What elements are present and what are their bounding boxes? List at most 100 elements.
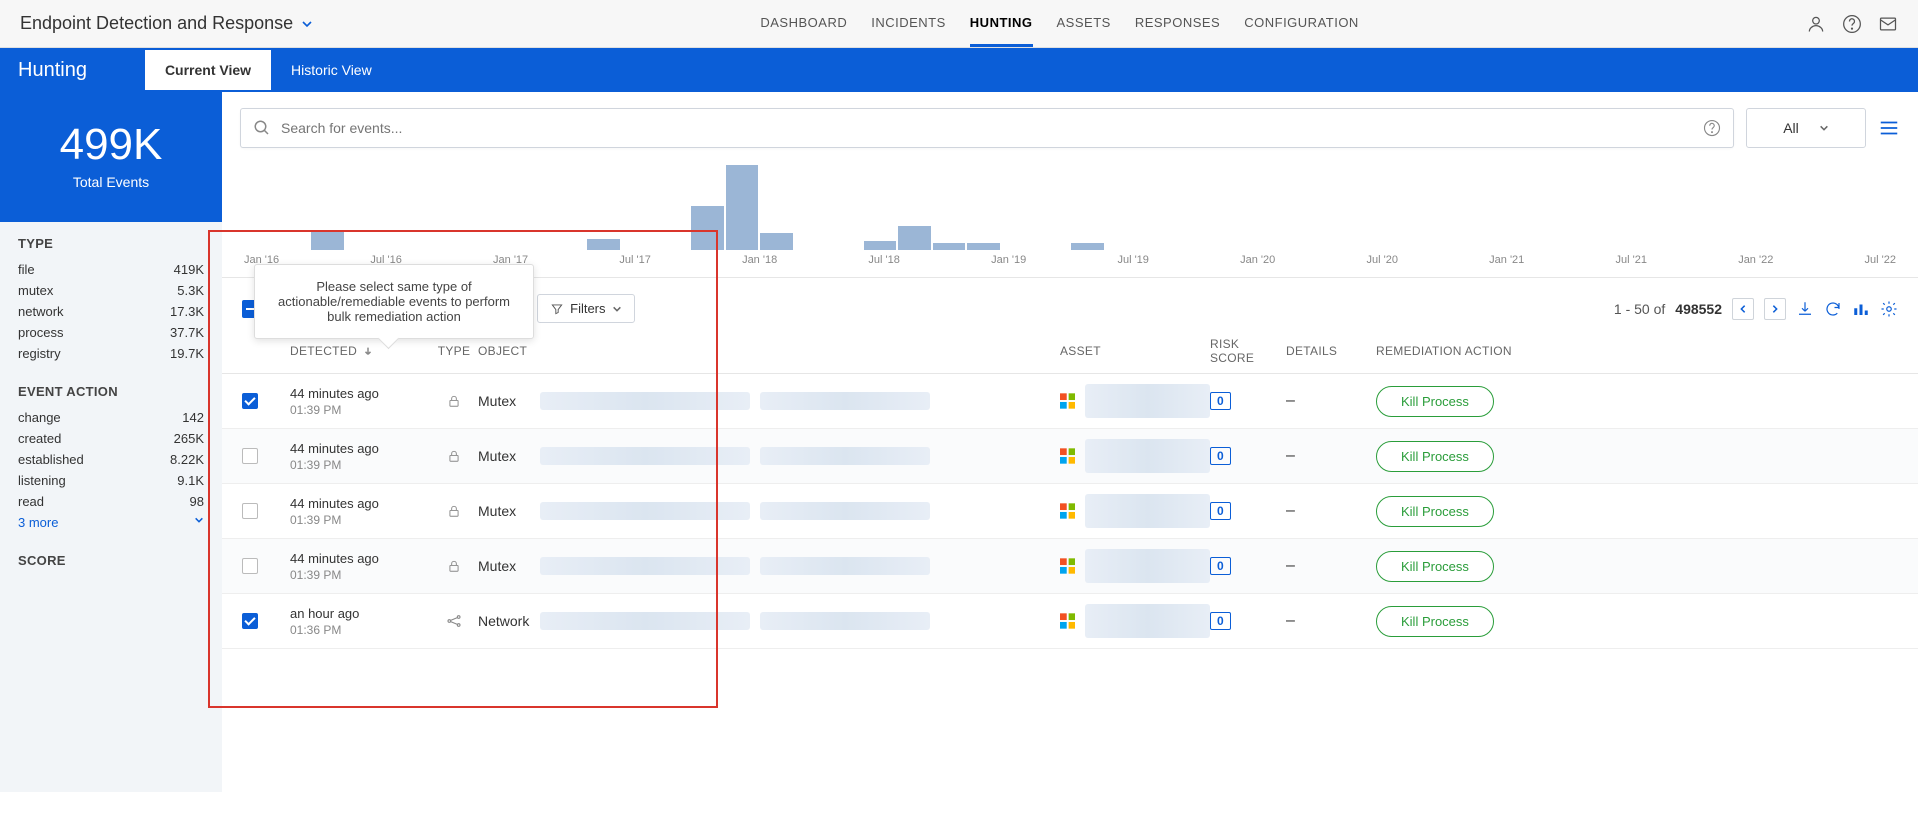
- col-remediation[interactable]: REMEDIATION ACTION: [1376, 337, 1556, 365]
- total-label: Total Events: [10, 174, 212, 190]
- histogram-bar[interactable]: [898, 226, 931, 250]
- histogram-bar[interactable]: [691, 206, 724, 250]
- user-icon[interactable]: [1806, 14, 1826, 34]
- facet-item[interactable]: established8.22K: [18, 449, 204, 470]
- axis-label: Jan '18: [742, 254, 777, 266]
- page-header: Hunting Current ViewHistoric View: [0, 48, 1918, 92]
- col-type[interactable]: TYPE: [430, 337, 478, 365]
- facet-item[interactable]: listening9.1K: [18, 470, 204, 491]
- histogram-bar[interactable]: [967, 243, 1000, 250]
- facet-item[interactable]: created265K: [18, 428, 204, 449]
- refresh-icon[interactable]: [1824, 300, 1842, 318]
- kill-process-button[interactable]: Kill Process: [1376, 606, 1494, 637]
- topnav-item[interactable]: RESPONSES: [1135, 1, 1220, 47]
- object-type: Mutex: [478, 558, 516, 574]
- table-row[interactable]: 44 minutes ago01:39 PMMutex0–Kill Proces…: [222, 539, 1918, 594]
- col-risk-score[interactable]: RISK SCORE: [1210, 337, 1286, 365]
- help-icon[interactable]: [1842, 14, 1862, 34]
- scope-label: All: [1783, 120, 1799, 136]
- col-object[interactable]: OBJECT: [478, 337, 540, 365]
- menu-icon[interactable]: [1878, 117, 1900, 139]
- chevron-down-icon[interactable]: [301, 18, 313, 30]
- facet-item[interactable]: change142: [18, 407, 204, 428]
- axis-label: Jul '22: [1865, 254, 1896, 266]
- mail-icon[interactable]: [1878, 14, 1898, 34]
- chevron-down-icon: [1819, 123, 1829, 133]
- asset-redacted: [1085, 604, 1210, 638]
- detected-time: 44 minutes ago: [290, 551, 430, 566]
- help-icon[interactable]: [1703, 119, 1721, 137]
- event-histogram[interactable]: Jan '16Jul '16Jan '17Jul '17Jan '18Jul '…: [222, 158, 1918, 278]
- facet-item[interactable]: process37.7K: [18, 322, 204, 343]
- filters-button[interactable]: Filters: [537, 294, 634, 323]
- tab[interactable]: Current View: [145, 50, 271, 90]
- topnav-item[interactable]: CONFIGURATION: [1244, 1, 1359, 47]
- histogram-bar[interactable]: [864, 241, 897, 250]
- search-field[interactable]: [240, 108, 1734, 148]
- chart-icon[interactable]: [1852, 300, 1870, 318]
- asset-redacted: [1085, 549, 1210, 583]
- kill-process-button[interactable]: Kill Process: [1376, 386, 1494, 417]
- content: All Jan '16Jul '16Jan '17Jul '17Jan '18J…: [222, 92, 1918, 792]
- row-checkbox[interactable]: [242, 503, 258, 519]
- row-checkbox[interactable]: [242, 393, 258, 409]
- type-icon: [430, 394, 478, 408]
- histogram-bar[interactable]: [726, 165, 759, 250]
- details-value: –: [1286, 502, 1295, 520]
- search-icon: [253, 119, 271, 137]
- table-row[interactable]: an hour ago01:36 PMNetwork0–Kill Process: [222, 594, 1918, 649]
- histogram-bar[interactable]: [933, 243, 966, 250]
- topnav-item[interactable]: ASSETS: [1057, 1, 1111, 47]
- histogram-bar[interactable]: [311, 232, 344, 250]
- facet-more-link[interactable]: 3 more: [18, 512, 204, 533]
- kill-process-button[interactable]: Kill Process: [1376, 551, 1494, 582]
- table-row[interactable]: 44 minutes ago01:39 PMMutex0–Kill Proces…: [222, 484, 1918, 539]
- tab[interactable]: Historic View: [271, 50, 392, 90]
- detected-clock: 01:39 PM: [290, 403, 430, 417]
- scope-select[interactable]: All: [1746, 108, 1866, 148]
- facet-item[interactable]: network17.3K: [18, 301, 204, 322]
- download-icon[interactable]: [1796, 300, 1814, 318]
- facet-type: TYPE file419Kmutex5.3Knetwork17.3Kproces…: [0, 222, 222, 370]
- topnav-item[interactable]: INCIDENTS: [871, 1, 946, 47]
- facet-item[interactable]: read98: [18, 491, 204, 512]
- facet-item[interactable]: file419K: [18, 259, 204, 280]
- facet-item[interactable]: mutex5.3K: [18, 280, 204, 301]
- details-value: –: [1286, 557, 1295, 575]
- asset-redacted: [1085, 439, 1210, 473]
- facet-more-label: 3 more: [18, 515, 58, 530]
- prev-page-button[interactable]: [1732, 298, 1754, 320]
- histogram-bar[interactable]: [1071, 243, 1104, 250]
- page-title: Hunting: [0, 59, 105, 82]
- search-input[interactable]: [281, 120, 1703, 136]
- kill-process-button[interactable]: Kill Process: [1376, 496, 1494, 527]
- axis-label: Jan '20: [1240, 254, 1275, 266]
- table-row[interactable]: 44 minutes ago01:39 PMMutex0–Kill Proces…: [222, 429, 1918, 484]
- row-checkbox[interactable]: [242, 448, 258, 464]
- settings-icon[interactable]: [1880, 300, 1898, 318]
- facet-item[interactable]: registry19.7K: [18, 343, 204, 364]
- detected-time: 44 minutes ago: [290, 496, 430, 511]
- topnav-item[interactable]: DASHBOARD: [760, 1, 847, 47]
- object-value-redacted: [760, 612, 930, 630]
- table-row[interactable]: 44 minutes ago01:39 PMMutex0–Kill Proces…: [222, 374, 1918, 429]
- kill-process-button[interactable]: Kill Process: [1376, 441, 1494, 472]
- next-page-button[interactable]: [1764, 298, 1786, 320]
- risk-score: 0: [1210, 612, 1231, 630]
- col-detected[interactable]: DETECTED: [290, 337, 430, 365]
- row-checkbox[interactable]: [242, 558, 258, 574]
- type-icon: [430, 613, 478, 629]
- facet-heading: SCORE: [18, 553, 204, 568]
- row-checkbox[interactable]: [242, 613, 258, 629]
- object-value-redacted: [540, 447, 750, 465]
- axis-label: Jan '22: [1738, 254, 1773, 266]
- col-details[interactable]: DETAILS: [1286, 337, 1376, 365]
- topnav: DASHBOARD INCIDENTS HUNTING ASSETS RESPONSES…: [760, 1, 1358, 47]
- histogram-bar[interactable]: [587, 239, 620, 250]
- col-asset[interactable]: ASSET: [1060, 337, 1210, 365]
- topnav-item[interactable]: HUNTING: [970, 1, 1033, 47]
- detected-clock: 01:39 PM: [290, 568, 430, 582]
- sidebar: 499K Total Events TYPE file419Kmutex5.3K…: [0, 92, 222, 792]
- histogram-bar[interactable]: [760, 233, 793, 250]
- object-value-redacted: [540, 392, 750, 410]
